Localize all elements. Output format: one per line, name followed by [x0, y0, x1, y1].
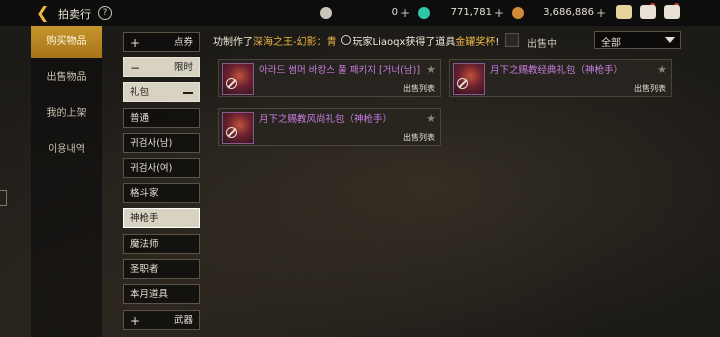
add-silver-button[interactable]: +	[400, 4, 410, 22]
category-coupon[interactable]: + 点券	[123, 32, 200, 52]
item-thumbnail	[453, 63, 485, 95]
category-item[interactable]: 圣职者	[123, 259, 200, 279]
favorite-star-icon[interactable]: ★	[426, 112, 436, 125]
announcement-ticker: 功制作了深海之王-幻影：青 玩家Liaoqx获得了道具金罐奖杯!	[213, 37, 500, 47]
favorite-star-icon[interactable]: ★	[426, 63, 436, 76]
item-name: 아라드 썸머 바캉스 풀 패키지 [거너(남)]	[259, 65, 421, 76]
category-item[interactable]: 귀검사(여)	[123, 158, 200, 178]
bag-icon[interactable]	[616, 5, 632, 19]
currency-gem: 771,781 +	[418, 4, 504, 22]
category-item[interactable]: 귀검사(남)	[123, 133, 200, 153]
help-icon[interactable]: ?	[98, 6, 112, 20]
nav-sell-items[interactable]: 出售物品	[31, 62, 102, 94]
category-limited[interactable]: − 限时	[123, 57, 200, 77]
category-item[interactable]: 格斗家	[123, 183, 200, 203]
nav-buy-items[interactable]: 购买物品	[31, 26, 102, 58]
category-item[interactable]: 本月道具	[123, 284, 200, 304]
filter-dropdown[interactable]: 全部	[594, 31, 681, 49]
category-weapon[interactable]: + 武器	[123, 310, 200, 330]
favorite-star-icon[interactable]: ★	[657, 63, 667, 76]
category-item-selected[interactable]: 神枪手	[123, 208, 200, 228]
nav-usage-history[interactable]: 이용내역	[31, 134, 102, 166]
top-bar: ❮ 拍卖行 ? 0 + 771,781 + 3,686,886 +	[0, 0, 720, 26]
chat-icon[interactable]	[664, 5, 680, 19]
page-title: 拍卖行	[58, 8, 91, 21]
silver-coin-icon	[320, 7, 332, 19]
nav-my-listings[interactable]: 我的上架	[31, 98, 102, 130]
currency-gold: 3,686,886 +	[512, 4, 606, 22]
item-card[interactable]: 月下之赐教风尚礼包（神枪手） ★ 出售列表	[218, 108, 441, 146]
item-card[interactable]: 月下之赐教经典礼包（神枪手） ★ 出售列表	[449, 59, 672, 97]
currency-silver: 0 +	[320, 4, 410, 22]
green-gem-icon	[418, 7, 430, 19]
category-item[interactable]: 魔法师	[123, 234, 200, 254]
item-thumbnail	[222, 112, 254, 144]
sale-list-link[interactable]: 出售列表	[403, 132, 435, 143]
item-name: 月下之赐教经典礼包（神枪手）	[490, 65, 624, 76]
sale-list-link[interactable]: 出售列表	[403, 83, 435, 94]
side-handle[interactable]	[0, 190, 7, 206]
back-arrow-icon[interactable]: ❮	[36, 5, 52, 21]
on-sale-label: 出售中	[527, 39, 557, 50]
category-column: + 点券 − 限时 礼包 普通 귀검사(남) 귀검사(여) 格斗家 神枪手 魔法…	[119, 26, 203, 337]
item-card[interactable]: 아라드 썸머 바캉스 풀 패키지 [거너(남)] ★ 出售列表	[218, 59, 441, 97]
search-icon[interactable]	[341, 35, 351, 45]
collapse-icon	[183, 92, 193, 94]
left-nav: 购买物品 出售物品 我的上架 이용내역	[31, 26, 102, 337]
gold-coin-icon	[512, 7, 524, 19]
item-name: 月下之赐教风尚礼包（神枪手）	[259, 114, 393, 125]
item-thumbnail	[222, 63, 254, 95]
on-sale-checkbox[interactable]	[505, 33, 519, 47]
add-gem-button[interactable]: +	[494, 4, 504, 22]
chevron-down-icon	[665, 37, 675, 43]
category-item[interactable]: 普通	[123, 108, 200, 128]
prohibited-icon	[226, 127, 237, 138]
mail-icon[interactable]	[640, 5, 656, 19]
prohibited-icon	[457, 78, 468, 89]
add-gold-button[interactable]: +	[596, 4, 606, 22]
prohibited-icon	[226, 78, 237, 89]
sale-list-link[interactable]: 出售列表	[634, 83, 666, 94]
category-gift[interactable]: 礼包	[123, 82, 200, 102]
